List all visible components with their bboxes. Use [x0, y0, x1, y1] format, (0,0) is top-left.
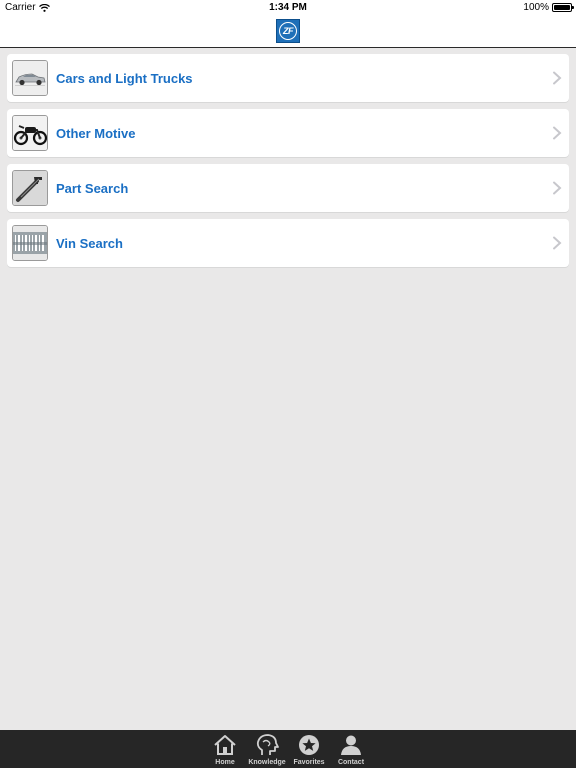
head-icon	[256, 734, 279, 755]
battery-group: 100%	[523, 2, 574, 13]
menu-item-label: Vin Search	[56, 235, 123, 251]
menu-item-part-search[interactable]: Part Search	[7, 164, 569, 212]
car-thumbnail	[12, 60, 48, 96]
tab-bar: Home Knowledge Favorites Contact	[0, 730, 576, 768]
home-icon	[214, 735, 236, 755]
battery-fill	[554, 5, 570, 10]
menu-item-cars-light-trucks[interactable]: Cars and Light Trucks	[7, 54, 569, 102]
chevron-right-icon	[553, 126, 562, 140]
battery-percent: 100%	[523, 2, 549, 13]
tab-label: Knowledge	[248, 759, 286, 766]
zf-logo-mark: ZF	[279, 22, 297, 40]
menu-item-other-motive[interactable]: Other Motive	[7, 109, 569, 157]
tab-label: Contact	[337, 759, 365, 766]
menu-item-label: Part Search	[56, 180, 129, 196]
tab-contact[interactable]: Contact	[334, 730, 368, 768]
zf-logo: ZF	[276, 19, 300, 43]
tab-label: Favorites	[293, 759, 325, 766]
navigation-bar: ZF	[0, 15, 576, 48]
chevron-right-icon	[553, 236, 562, 250]
menu-list: Cars and Light Trucks Other Motive Part …	[7, 54, 569, 274]
menu-item-label: Other Motive	[56, 125, 136, 141]
tab-favorites[interactable]: Favorites	[292, 730, 326, 768]
person-icon	[341, 735, 361, 755]
motorcycle-thumbnail	[12, 115, 48, 151]
menu-item-vin-search[interactable]: Vin Search	[7, 219, 569, 267]
status-bar: Carrier 1:34 PM 100%	[0, 0, 576, 15]
star-icon	[299, 735, 319, 755]
tab-home[interactable]: Home	[208, 730, 242, 768]
chevron-right-icon	[553, 181, 562, 195]
chevron-right-icon	[553, 71, 562, 85]
barcode-thumbnail	[12, 225, 48, 261]
status-time: 1:34 PM	[269, 2, 307, 13]
wrench-thumbnail	[12, 170, 48, 206]
tab-knowledge[interactable]: Knowledge	[248, 730, 286, 768]
battery-icon	[552, 3, 574, 12]
menu-item-label: Cars and Light Trucks	[56, 70, 193, 86]
tab-label: Home	[215, 759, 235, 766]
